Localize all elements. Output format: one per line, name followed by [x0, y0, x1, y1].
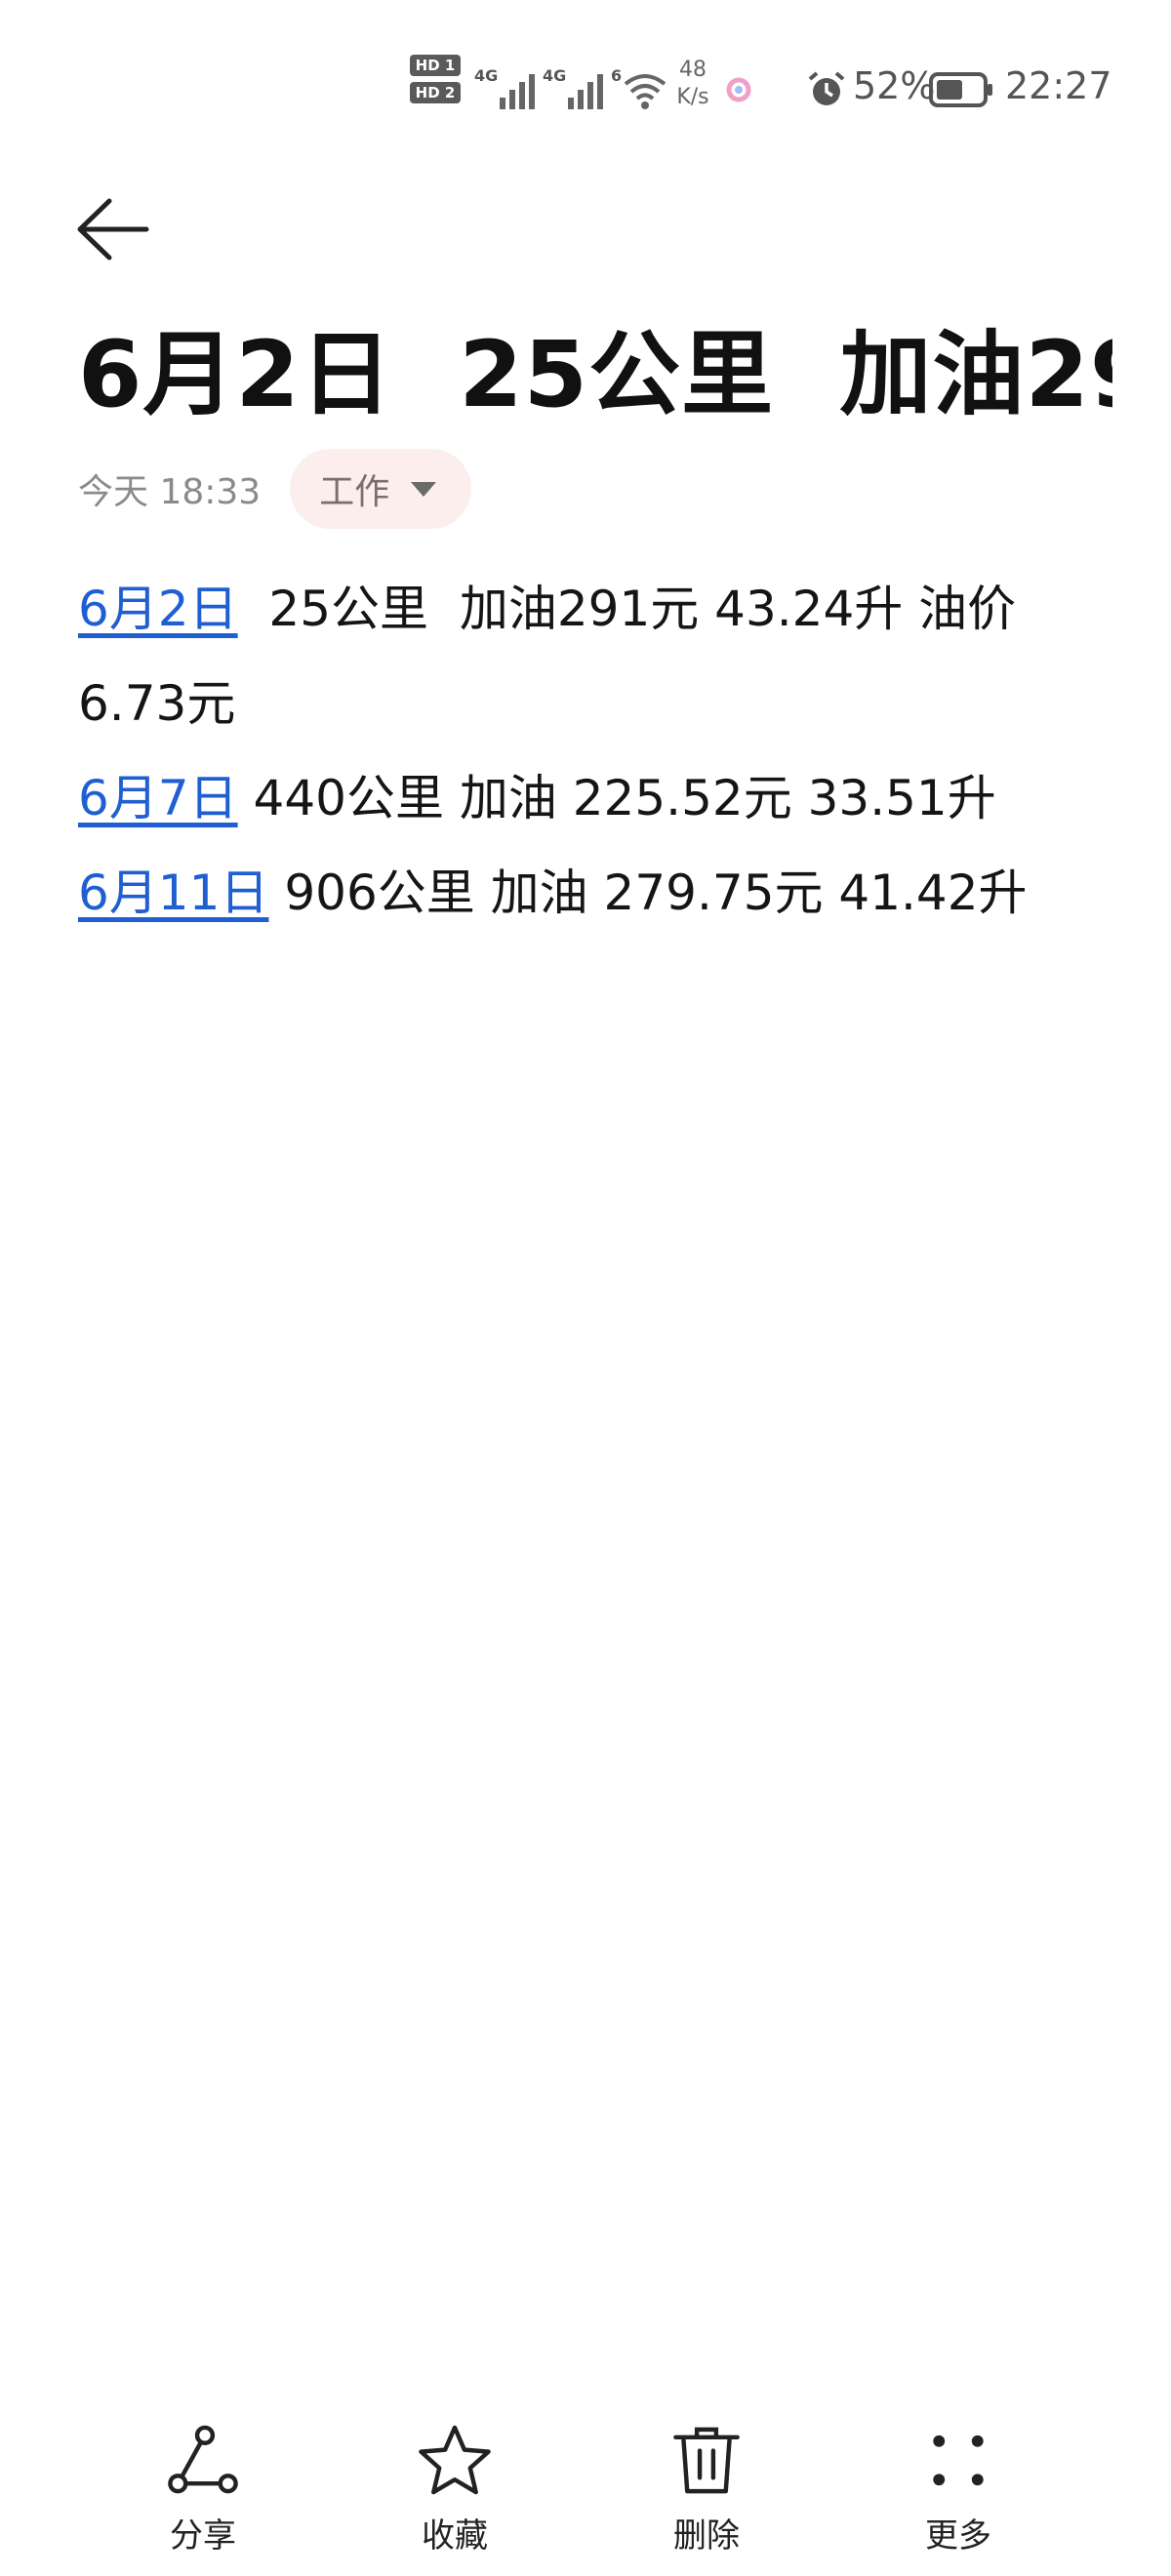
back-arrow-icon: [77, 198, 149, 261]
note-line-text: 440公里 加油 225.52元 33.51升: [237, 770, 996, 826]
category-label: 工作: [319, 472, 390, 512]
note-line: 6.73元: [78, 657, 1093, 751]
signal-2-icon: 4G: [543, 60, 611, 119]
status-bar: HD 1 HD 2 4G 4G 6 48 K/s 52% 22:27: [0, 0, 1171, 146]
caret-down-icon: [411, 481, 437, 497]
battery-icon: [929, 60, 993, 119]
trash-icon: [673, 2427, 740, 2494]
star-icon: [419, 2425, 491, 2495]
alarm-icon: [806, 60, 847, 119]
wifi-type: 6: [611, 66, 623, 85]
back-button[interactable]: [68, 185, 156, 273]
note-line-text: 906公里 加油 279.75元 41.42升: [268, 865, 1028, 921]
more-dots-icon: [933, 2435, 984, 2486]
share-button[interactable]: 分享: [105, 2400, 301, 2556]
battery-percent: 52%: [853, 64, 936, 107]
date-link[interactable]: 6月2日: [78, 581, 238, 637]
note-body[interactable]: 6月2日 25公里 加油291元 43.24升 油价 6.73元 6月7日 44…: [78, 562, 1093, 941]
share-label: 分享: [170, 2516, 236, 2556]
note-timestamp: 今天 18:33: [78, 472, 262, 512]
network-type-1: 4G: [474, 66, 499, 85]
bottom-action-bar: 分享 收藏 删除 更多: [0, 2400, 1171, 2576]
wifi-icon: 6: [611, 60, 668, 119]
signal-bars-2-icon: [568, 74, 604, 109]
note-line: 6月11日 906公里 加油 279.75元 41.42升: [78, 846, 1093, 941]
sim1-badge: HD 1: [410, 55, 461, 76]
app-indicator-icon: [724, 60, 753, 119]
favorite-label: 收藏: [422, 2516, 488, 2556]
signal-1-icon: 4G: [474, 60, 543, 119]
note-line: 6月7日 440公里 加油 225.52元 33.51升: [78, 751, 1093, 846]
favorite-button[interactable]: 收藏: [357, 2400, 552, 2556]
sim-badges: HD 1 HD 2: [410, 55, 464, 109]
delete-label: 删除: [673, 2516, 740, 2556]
note-meta: 今天 18:33 工作: [78, 449, 472, 529]
wifi-arcs-icon: [624, 74, 666, 109]
note-line-text: 6.73元: [78, 675, 236, 732]
network-type-2: 4G: [543, 66, 567, 85]
more-label: 更多: [925, 2516, 991, 2556]
note-line-text: 25公里 加油291元 43.24升 油价: [237, 581, 1017, 637]
signal-bars-1-icon: [500, 74, 536, 109]
date-link[interactable]: 6月11日: [78, 865, 268, 921]
status-time: 22:27: [1005, 64, 1112, 107]
note-title[interactable]: 6月2日 25公里 加油29: [78, 312, 1112, 439]
share-icon: [168, 2425, 238, 2494]
more-button[interactable]: 更多: [861, 2400, 1056, 2556]
category-dropdown[interactable]: 工作: [290, 449, 472, 529]
date-link[interactable]: 6月7日: [78, 770, 238, 826]
sim2-badge: HD 2: [410, 82, 461, 103]
network-speed: 48 K/s: [666, 57, 720, 111]
network-speed-value: 48: [679, 58, 707, 82]
network-speed-unit: K/s: [676, 85, 709, 109]
delete-button[interactable]: 删除: [609, 2400, 804, 2556]
note-line: 6月2日 25公里 加油291元 43.24升 油价: [78, 562, 1093, 657]
